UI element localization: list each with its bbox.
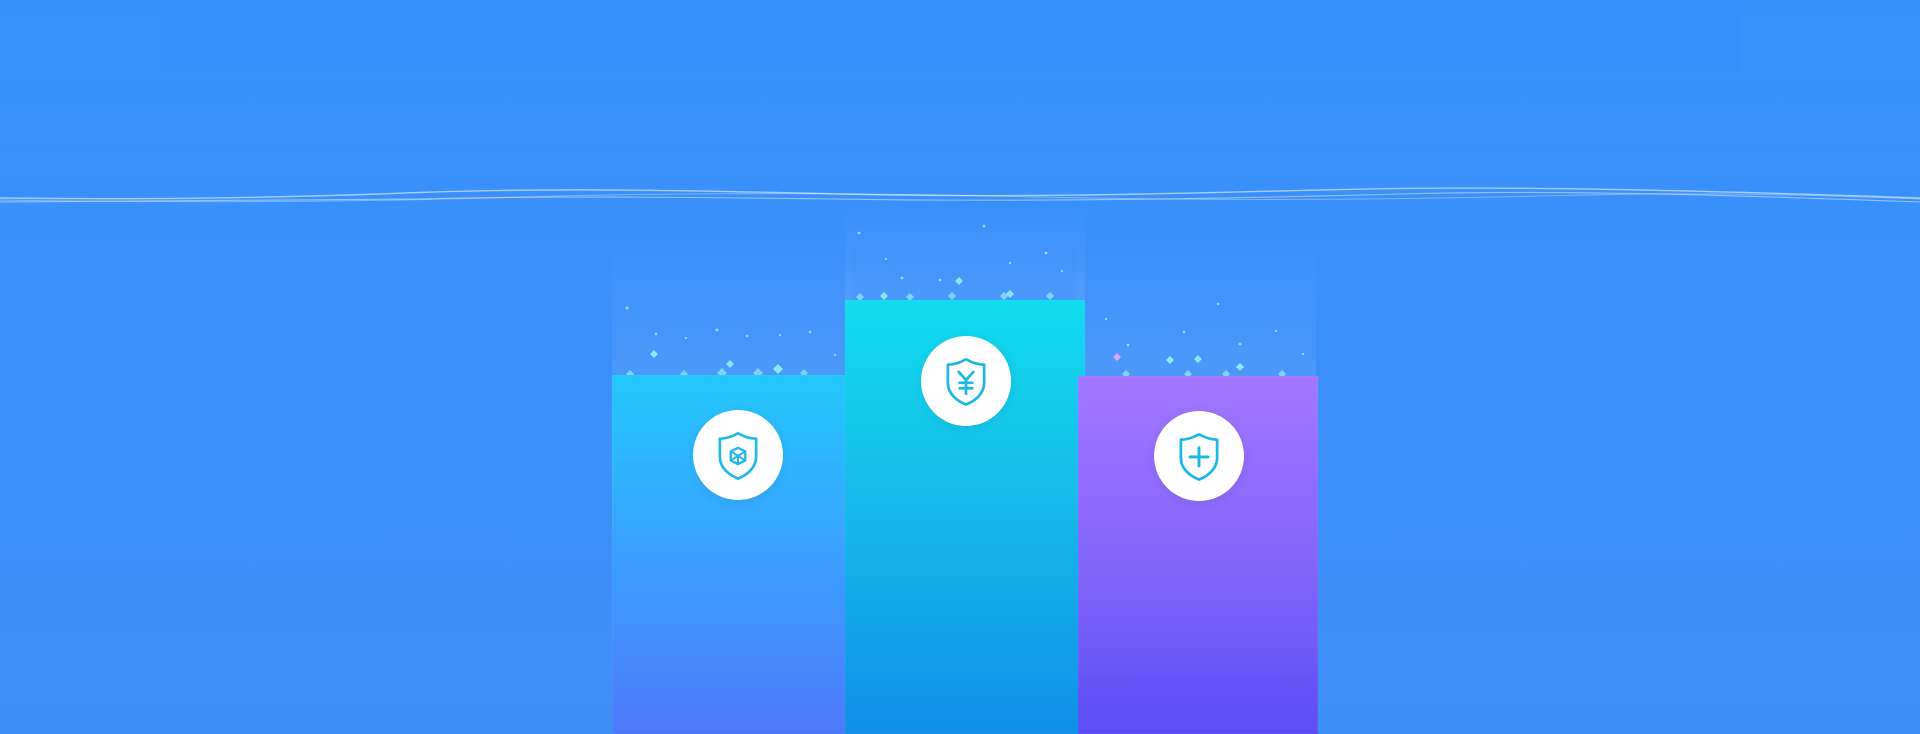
center-glow — [845, 206, 1085, 300]
right-pillar — [1078, 376, 1318, 734]
shield-cube-icon — [718, 431, 758, 480]
left-pillar — [612, 375, 846, 734]
right-icon-badge — [1154, 411, 1244, 501]
shield-yen-icon — [946, 357, 986, 406]
center-icon-badge — [921, 336, 1011, 426]
right-glow — [1076, 236, 1316, 376]
left-glow — [612, 236, 852, 376]
top-band — [160, 0, 1740, 70]
left-icon-badge — [693, 410, 783, 500]
center-pillar — [845, 300, 1085, 734]
shield-plus-icon — [1179, 432, 1219, 481]
